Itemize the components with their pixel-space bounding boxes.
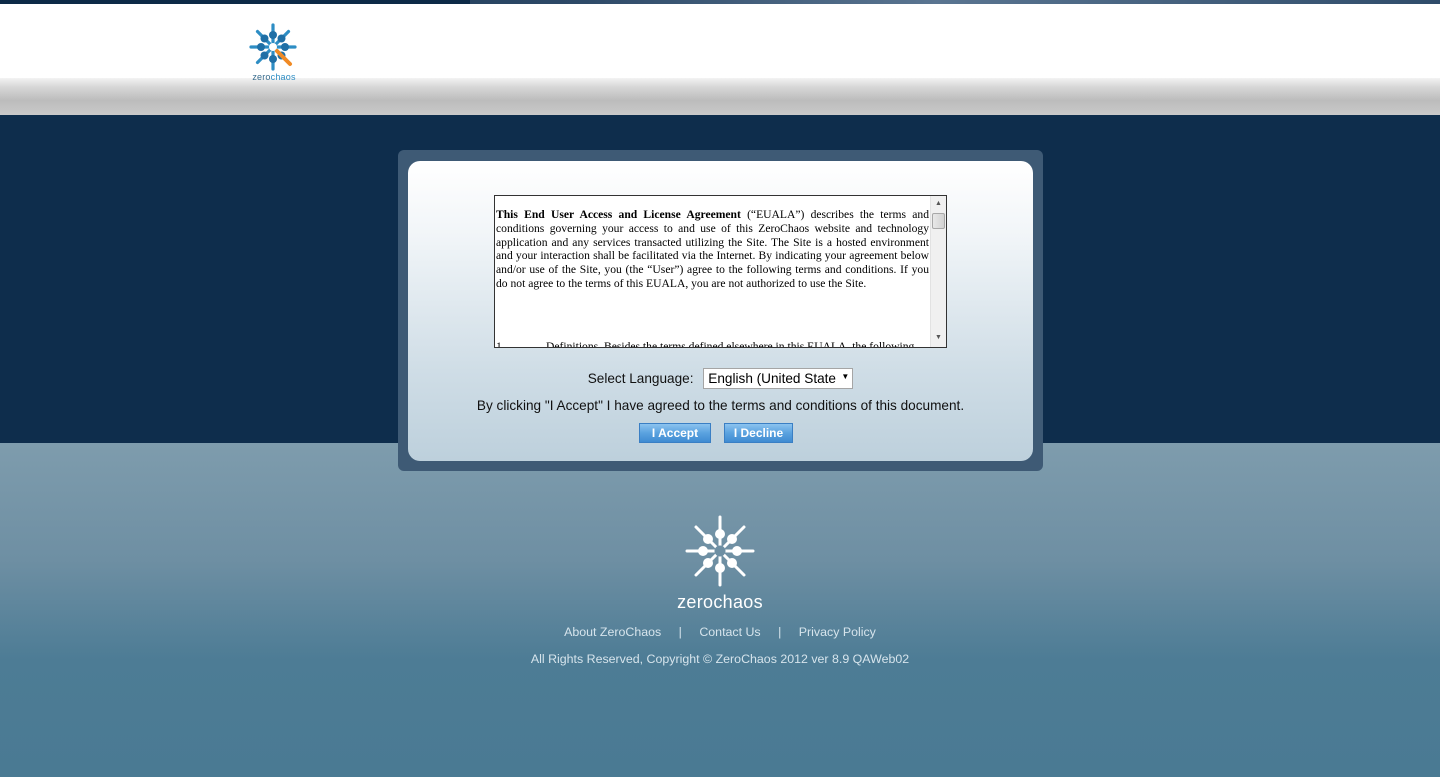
header-shadow-band: [0, 78, 1440, 115]
language-label: Select Language:: [587, 371, 694, 386]
chevron-down-icon: ▼: [841, 372, 850, 381]
language-select-value: English (United States): [708, 371, 837, 386]
eula-panel-frame: This End User Access and License Agreeme…: [398, 150, 1043, 471]
footer-link-privacy[interactable]: Privacy Policy: [799, 625, 876, 639]
language-select[interactable]: English (United States) ▼: [703, 368, 854, 389]
eula-section-text: Definitions. Besides the terms defined e…: [546, 340, 915, 348]
eula-section-1: 1. Definitions. Besides the terms defined…: [496, 340, 929, 348]
copyright-text: All Rights Reserved, Copyright © ZeroCha…: [530, 652, 910, 666]
header-logo[interactable]: zerochaos: [244, 20, 304, 84]
footer-separator: |: [678, 625, 682, 639]
scroll-up-icon[interactable]: ▲: [931, 197, 946, 211]
footer-link-contact[interactable]: Contact Us: [699, 625, 760, 639]
eula-paragraph: This End User Access and License Agreeme…: [496, 208, 929, 291]
header-tab: [0, 4, 450, 22]
decline-button[interactable]: I Decline: [724, 423, 793, 443]
header-logo-text: zerochaos: [252, 72, 296, 82]
footer-link-about[interactable]: About ZeroChaos: [564, 625, 661, 639]
footer-links: About ZeroChaos | Contact Us | Privacy P…: [520, 625, 920, 639]
consent-text: By clicking "I Accept" I have agreed to …: [476, 398, 965, 413]
zerochaos-logo-icon: [249, 23, 297, 71]
footer-separator: |: [778, 625, 782, 639]
language-row: Select Language: English (United States)…: [408, 368, 1033, 389]
scroll-thumb[interactable]: [932, 213, 945, 229]
eula-scrollbar[interactable]: ▲ ▼: [930, 196, 946, 347]
eula-text-box[interactable]: This End User Access and License Agreeme…: [494, 195, 947, 348]
eula-panel: This End User Access and License Agreeme…: [408, 161, 1033, 461]
eula-intro-bold: This End User Access and License Agreeme…: [496, 208, 741, 221]
zerochaos-logo-white-icon: [685, 515, 755, 587]
footer-brand: zerochaos: [677, 592, 763, 612]
scroll-down-icon[interactable]: ▼: [931, 331, 946, 345]
accept-button[interactable]: I Accept: [639, 423, 711, 443]
eula-section-number: 1.: [496, 340, 505, 348]
footer-logo: [680, 515, 760, 587]
